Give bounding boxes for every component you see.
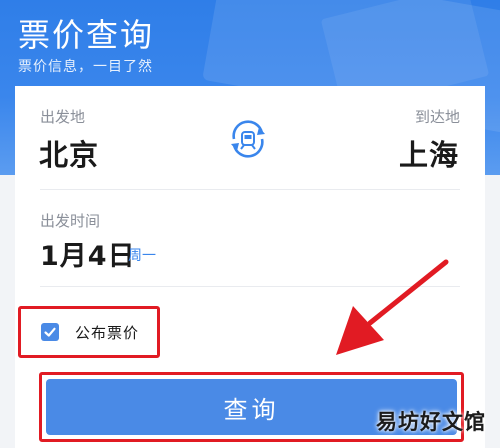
watermark: 易坊好文馆: [376, 410, 486, 434]
divider: [40, 286, 460, 287]
from-city[interactable]: 北京: [39, 132, 99, 174]
from-label: 出发地: [40, 108, 86, 126]
public-fare-label: 公布票价: [75, 323, 140, 342]
departure-weekday: 周一: [128, 248, 156, 264]
divider: [40, 189, 460, 190]
to-label: 到达地: [414, 108, 460, 126]
train-swap-icon[interactable]: [226, 117, 270, 161]
departure-label: 出发时间: [40, 212, 101, 230]
departure-date[interactable]: 1月4日: [40, 234, 136, 273]
page-title: 票价查询: [18, 16, 155, 54]
public-fare-option[interactable]: 公布票价: [18, 306, 160, 358]
to-city[interactable]: 上海: [399, 132, 459, 174]
query-card: 出发地 北京 到达地 上海 出发时间 1月4日 周一 公布票价 查询: [15, 86, 485, 448]
check-icon: [44, 327, 56, 337]
public-fare-checkbox[interactable]: [41, 323, 59, 341]
page-subtitle: 票价信息，一目了然: [18, 59, 153, 75]
